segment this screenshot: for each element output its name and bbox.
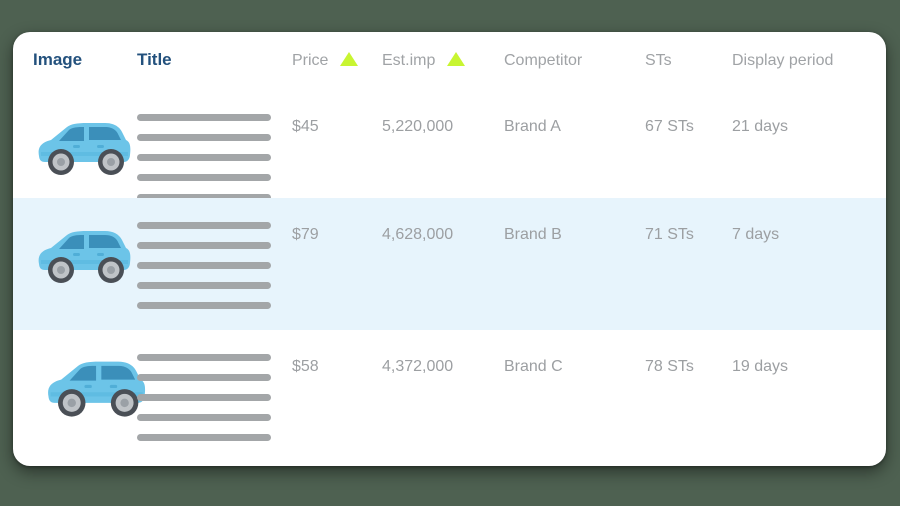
cell-competitor: Brand C — [504, 358, 563, 375]
title-placeholder-line — [137, 302, 271, 309]
title-placeholder-line — [137, 262, 271, 269]
cell-sts: 71 STs — [645, 226, 694, 243]
sort-ascending-triangle-icon[interactable] — [446, 52, 465, 66]
column-header-est-imp-label: Est.imp — [382, 52, 436, 69]
cell-competitor: Brand B — [504, 226, 562, 243]
title-placeholder-bars — [137, 222, 277, 309]
column-header-competitor-label: Competitor — [504, 52, 583, 69]
cell-display-period: 7 days — [732, 226, 780, 243]
title-placeholder-line — [137, 134, 271, 141]
screen: Image Title Price Est.imp Competitor STs… — [0, 0, 900, 506]
table-row[interactable]: $58 4,372,000 Brand C 78 STs 19 days — [13, 330, 886, 462]
cell-sts: 78 STs — [645, 358, 694, 375]
title-placeholder-line — [137, 434, 271, 441]
blue-hatchback-car-icon — [39, 350, 151, 424]
blue-hatchback-car-icon — [31, 112, 135, 182]
title-placeholder-line — [137, 114, 271, 121]
cell-display-period: 21 days — [732, 118, 789, 135]
title-placeholder-line — [137, 394, 271, 401]
column-header-sts-label: STs — [645, 52, 672, 69]
sort-ascending-triangle-icon[interactable] — [339, 52, 358, 66]
column-header-est-imp[interactable]: Est.imp — [382, 52, 465, 70]
title-placeholder-line — [137, 354, 271, 361]
title-placeholder-line — [137, 222, 271, 229]
cell-est-imp: 5,220,000 — [382, 118, 454, 135]
column-header-competitor[interactable]: Competitor — [504, 52, 582, 70]
cell-display-period: 19 days — [732, 358, 789, 375]
title-placeholder-bars — [137, 114, 277, 201]
cell-price: $58 — [292, 358, 319, 375]
column-header-image[interactable]: Image — [33, 50, 82, 70]
cell-price: $45 — [292, 118, 319, 135]
table-header-row: Image Title Price Est.imp Competitor STs… — [13, 32, 886, 90]
column-header-image-label: Image — [33, 50, 83, 69]
blue-hatchback-car-icon — [31, 220, 135, 290]
competitor-comparison-table-card: Image Title Price Est.imp Competitor STs… — [13, 32, 886, 466]
column-header-price-label: Price — [292, 52, 329, 69]
title-placeholder-bars — [137, 354, 277, 441]
title-placeholder-line — [137, 282, 271, 289]
title-placeholder-line — [137, 414, 271, 421]
cell-competitor: Brand A — [504, 118, 561, 135]
title-placeholder-line — [137, 374, 271, 381]
column-header-price[interactable]: Price — [292, 52, 358, 70]
cell-est-imp: 4,628,000 — [382, 226, 454, 243]
column-header-title-label: Title — [137, 50, 172, 69]
cell-est-imp: 4,372,000 — [382, 358, 454, 375]
title-placeholder-line — [137, 174, 271, 181]
column-header-title[interactable]: Title — [137, 50, 172, 70]
column-header-display-period[interactable]: Display period — [732, 52, 833, 70]
title-placeholder-line — [137, 242, 271, 249]
cell-sts: 67 STs — [645, 118, 694, 135]
cell-price: $79 — [292, 226, 319, 243]
table-row[interactable]: $79 4,628,000 Brand B 71 STs 7 days — [13, 198, 886, 330]
column-header-display-period-label: Display period — [732, 52, 834, 69]
column-header-sts[interactable]: STs — [645, 52, 672, 70]
title-placeholder-line — [137, 154, 271, 161]
